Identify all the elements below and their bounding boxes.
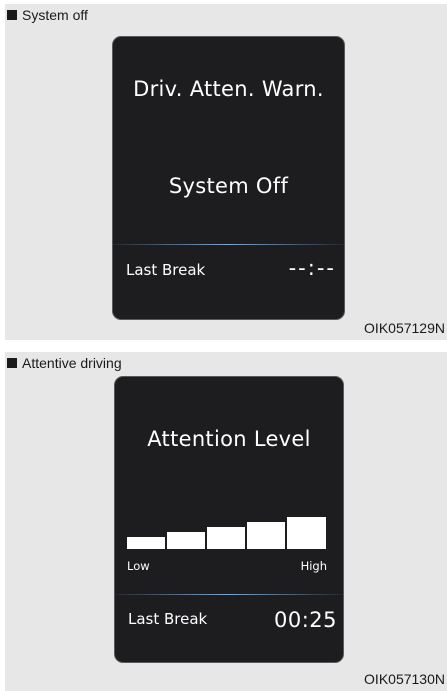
figure-panel-attentive-driving: Attentive driving Attention Level Low Hi…	[5, 352, 447, 691]
caption-square-icon	[7, 10, 17, 20]
caption-text: System off	[22, 7, 88, 23]
last-break-label: Last Break	[126, 261, 206, 279]
divider-line	[113, 244, 344, 245]
cluster-display: Driv. Atten. Warn. System Off Last Break…	[112, 36, 345, 320]
gauge-high-label: High	[300, 559, 327, 573]
screen-title: Attention Level	[147, 427, 311, 451]
caption-text: Attentive driving	[22, 355, 122, 371]
figure-code: OIK057130N	[364, 671, 445, 687]
figure-caption: Attentive driving	[7, 355, 122, 371]
gauge-segment-3	[207, 527, 245, 549]
gauge-segment-1	[127, 537, 165, 549]
figure-panel-system-off: System off Driv. Atten. Warn. System Off…	[5, 4, 447, 340]
last-break-value: --:--	[288, 256, 336, 280]
gauge-low-label: Low	[127, 559, 150, 573]
gauge-segment-4	[247, 522, 285, 549]
caption-square-icon	[7, 358, 17, 368]
gauge-segment-5	[287, 517, 326, 549]
screen-title: Driv. Atten. Warn.	[133, 77, 324, 101]
figure-code: OIK057129N	[364, 320, 445, 336]
figure-caption: System off	[7, 7, 88, 23]
divider-line	[115, 594, 343, 595]
last-break-value: 00:25	[273, 608, 337, 632]
cluster-display: Attention Level Low High Last Break 00:2…	[114, 376, 344, 663]
last-break-label: Last Break	[128, 610, 208, 628]
system-status: System Off	[168, 174, 289, 198]
gauge-segment-2	[167, 532, 205, 549]
